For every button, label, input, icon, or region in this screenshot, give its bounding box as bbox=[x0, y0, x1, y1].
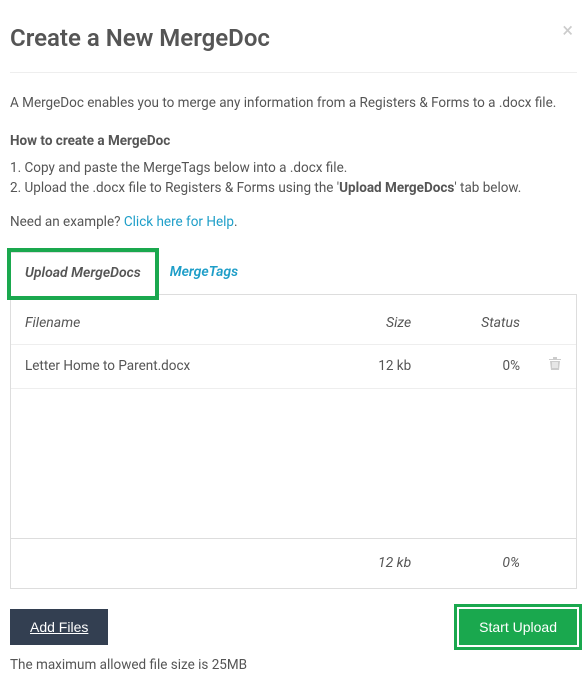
footer-status: 0% bbox=[425, 538, 534, 588]
table-row: Letter Home to Parent.docx 12 kb 0% bbox=[11, 345, 576, 389]
help-link[interactable]: Click here for Help bbox=[124, 214, 234, 230]
howto-title: How to create a MergeDoc bbox=[10, 131, 577, 151]
cell-status: 0% bbox=[425, 345, 534, 389]
upload-panel: Filename Size Status Letter Home to Pare… bbox=[10, 295, 577, 589]
col-size: Size bbox=[326, 295, 426, 345]
add-files-wrap: Add Files bbox=[10, 609, 108, 645]
step-2-prefix: 2. Upload the .docx file to Registers & … bbox=[10, 180, 339, 196]
dialog-header: Create a New MergeDoc × bbox=[10, 10, 577, 73]
cell-actions bbox=[534, 345, 576, 389]
footer-actions bbox=[534, 538, 576, 588]
add-files-button[interactable]: Add Files bbox=[10, 609, 108, 645]
howto-steps: 1. Copy and paste the MergeTags below in… bbox=[10, 158, 577, 199]
example-line: Need an example? Click here for Help. bbox=[10, 212, 577, 232]
trash-icon[interactable] bbox=[548, 357, 562, 375]
step-1: 1. Copy and paste the MergeTags below in… bbox=[10, 158, 577, 178]
start-upload-wrap: Start Upload bbox=[459, 609, 577, 645]
col-actions bbox=[534, 295, 576, 345]
step-2-bold: Upload MergeDocs bbox=[339, 180, 454, 196]
close-icon[interactable]: × bbox=[562, 20, 573, 40]
col-status: Status bbox=[425, 295, 534, 345]
tab-mergetags[interactable]: MergeTags bbox=[156, 252, 252, 294]
footer-filename bbox=[11, 538, 326, 588]
example-suffix: . bbox=[234, 214, 238, 230]
step-2-suffix: ' tab below. bbox=[454, 180, 521, 196]
create-mergedoc-dialog: Create a New MergeDoc × A MergeDoc enabl… bbox=[0, 0, 587, 685]
tabs: Upload MergeDocs MergeTags bbox=[10, 252, 577, 295]
start-upload-button[interactable]: Start Upload bbox=[459, 609, 577, 645]
col-filename: Filename bbox=[11, 295, 326, 345]
tab-upload-mergedocs[interactable]: Upload MergeDocs bbox=[10, 252, 156, 295]
intro-text: A MergeDoc enables you to merge any info… bbox=[10, 93, 577, 113]
table-spacer bbox=[11, 388, 576, 538]
cell-size: 12 kb bbox=[326, 345, 426, 389]
footer-size: 12 kb bbox=[326, 538, 426, 588]
file-size-hint: The maximum allowed file size is 25MB bbox=[10, 655, 577, 675]
table-footer-row: 12 kb 0% bbox=[11, 538, 576, 588]
step-2: 2. Upload the .docx file to Registers & … bbox=[10, 178, 577, 198]
footer-actions: Add Files Start Upload bbox=[10, 609, 577, 645]
cell-filename: Letter Home to Parent.docx bbox=[11, 345, 326, 389]
dialog-title: Create a New MergeDoc bbox=[10, 20, 270, 56]
file-table: Filename Size Status Letter Home to Pare… bbox=[11, 295, 576, 588]
example-prefix: Need an example? bbox=[10, 214, 124, 230]
